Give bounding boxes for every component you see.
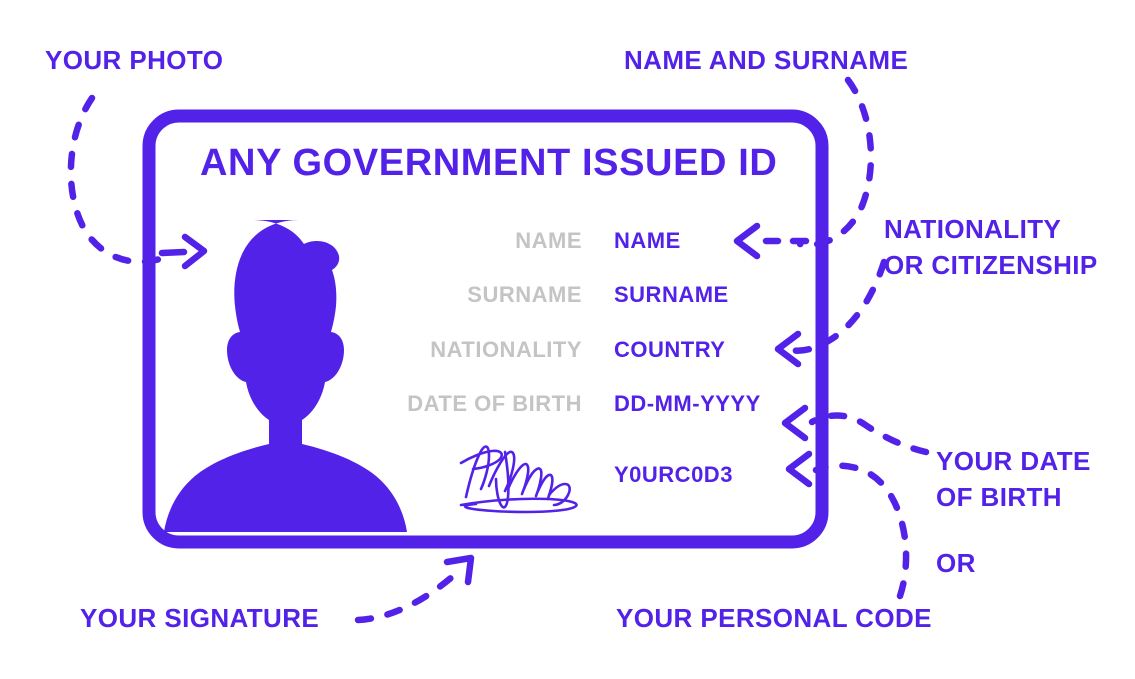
annotation-your-signature: YOUR SIGNATURE xyxy=(80,603,320,633)
annotation-personal-code: YOUR PERSONAL CODE xyxy=(616,603,932,633)
field-value-nationality: COUNTRY xyxy=(614,337,726,362)
annotation-nationality: NATIONALITY OR CITIZENSHIP xyxy=(884,214,1098,280)
field-label-surname: SURNAME xyxy=(467,282,582,307)
connector-photo-arrow xyxy=(158,248,188,257)
field-value-personal-code: Y0URC0D3 xyxy=(614,462,733,487)
annotation-name-and-surname: NAME AND SURNAME xyxy=(624,45,909,75)
connector-code-arc xyxy=(812,462,910,600)
field-label-date-of-birth: DATE OF BIRTH xyxy=(407,391,582,416)
annotation-date-of-birth: YOUR DATE OF BIRTH xyxy=(936,446,1091,512)
annotation-your-photo: YOUR PHOTO xyxy=(45,45,224,75)
connector-dob-arc xyxy=(808,412,930,456)
field-label-nationality: NATIONALITY xyxy=(430,337,582,362)
id-card-infographic: ANY GOVERNMENT ISSUED ID NAME NAME SURNA… xyxy=(0,0,1135,679)
field-value-surname: SURNAME xyxy=(614,282,729,307)
field-value-date-of-birth: DD-MM-YYYY xyxy=(614,391,761,416)
annotation-or: OR xyxy=(936,548,976,578)
card-title: ANY GOVERNMENT ISSUED ID xyxy=(200,142,778,184)
connector-signature-dash xyxy=(354,564,466,624)
field-value-name: NAME xyxy=(614,228,681,253)
field-label-name: NAME xyxy=(515,228,582,253)
